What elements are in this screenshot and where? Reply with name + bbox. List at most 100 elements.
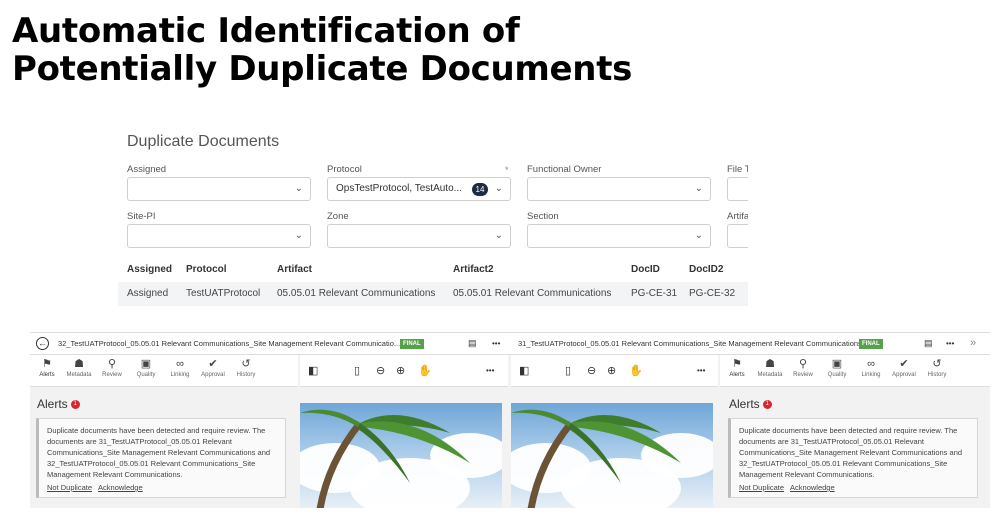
assigned-select[interactable]: ⌄ [127,177,311,201]
functional-owner-select[interactable]: ⌄ [527,177,711,201]
palm-tree-illustration [300,409,470,508]
tab-review[interactable]: ⚲ Review [786,357,820,378]
page-icon[interactable]: ▯ [354,364,360,377]
not-duplicate-link[interactable]: Not Duplicate [47,483,92,492]
left-document-image [300,403,502,508]
right-doc-toolbar: ◧ ▯ ⊖ ⊕ ✋ ••• [511,355,718,387]
not-duplicate-link[interactable]: Not Duplicate [739,483,784,492]
table-header: Assigned Protocol Artifact Artifact2 Doc… [118,258,748,282]
left-alerts-pane: Alerts 1 Duplicate documents have been de… [30,387,298,508]
left-doc-title: 32_TestUATProtocol_05.05.01 Relevant Com… [58,339,401,348]
history-icon: ↺ [241,358,251,370]
zoom-in-icon[interactable]: ⊕ [607,364,616,377]
col-docid[interactable]: DocID [631,264,660,275]
zone-select[interactable]: ⌄ [327,224,511,248]
zone-filter: Zone ⌄ [327,210,511,248]
acknowledge-link[interactable]: Acknowledge [98,483,143,492]
alerts-title-text: Alerts [37,397,68,411]
protocol-value: OpsTestProtocol, TestAuto... [336,183,462,194]
table-row[interactable]: Assigned TestUATProtocol 05.05.01 Releva… [118,282,748,306]
more-options-icon[interactable]: ••• [492,339,500,348]
tab-linking[interactable]: ∞ Linking [854,357,888,378]
tab-metadata[interactable]: ☗ Metadata [753,357,787,378]
flag-icon: ⚑ [732,358,742,370]
right-document-image [511,403,713,508]
file-type-filter: File T [727,163,748,201]
duplicate-alert-card: Duplicate documents have been detected a… [36,418,286,498]
section-label: Section [527,211,559,222]
alerts-count-badge: 1 [762,400,772,410]
acknowledge-link[interactable]: Acknowledge [790,483,835,492]
col-docid2[interactable]: DocID2 [689,264,723,275]
chevron-down-icon: ⌄ [694,183,703,194]
assigned-label: Assigned [127,164,167,175]
tab-review[interactable]: ⚲ Review [95,357,129,378]
tab-linking[interactable]: ∞ Linking [163,357,197,378]
alerts-count-badge: 1 [70,400,80,410]
tab-approval[interactable]: ✔ Approval [887,357,921,378]
hat-icon: ☗ [74,358,84,370]
expand-icon[interactable]: » [970,337,976,349]
duplicates-table: Assigned Protocol Artifact Artifact2 Doc… [118,258,748,306]
search-icon: ⚲ [798,358,808,370]
sidebar-toggle-icon[interactable]: ◧ [308,364,318,377]
assigned-filter: Assigned ⌄ [127,163,311,201]
protocol-select[interactable]: OpsTestProtocol, TestAuto... 14 ⌄ [327,177,511,201]
section-filter: Section ⌄ [527,210,711,248]
sidebar-toggle-icon[interactable]: ◧ [519,364,529,377]
duplicate-alert-card: Duplicate documents have been detected a… [728,418,978,498]
col-artifact2[interactable]: Artifact2 [453,264,494,275]
chevron-down-icon: ⌄ [694,230,703,241]
site-pi-select[interactable]: ⌄ [127,224,311,248]
page-icon[interactable]: ▯ [565,364,571,377]
pan-hand-icon[interactable]: ✋ [418,364,432,377]
tab-history[interactable]: ↺ History [920,357,954,378]
file-type-label: File T [727,164,748,175]
document-viewer: ← 32_TestUATProtocol_05.05.01 Relevant C… [30,332,990,508]
pan-hand-icon[interactable]: ✋ [629,364,643,377]
section-select[interactable]: ⌄ [527,224,711,248]
alert-message: Duplicate documents have been detected a… [47,426,271,479]
clipboard-icon[interactable]: ▤ [468,338,477,349]
right-sidebar-tabs: ⚑ Alerts ☗ Metadata ⚲ Review ▣ Quality ∞ Link… [720,355,990,387]
protocol-filter: Protocol OpsTestProtocol, TestAuto... 14… [327,163,511,201]
more-options-icon[interactable]: ••• [946,339,954,348]
file-type-select[interactable] [727,177,748,201]
tab-approval[interactable]: ✔ Approval [196,357,230,378]
chevron-down-icon: ⌄ [294,183,303,194]
tab-quality[interactable]: ▣ Quality [820,357,854,378]
tab-history[interactable]: ↺ History [229,357,263,378]
col-protocol[interactable]: Protocol [186,264,227,275]
quality-doc-icon: ▣ [831,358,843,370]
tab-quality[interactable]: ▣ Quality [129,357,163,378]
chevron-down-icon: ⌄ [494,183,503,194]
link-icon: ∞ [867,358,875,370]
hat-icon: ☗ [765,358,775,370]
cell-docid2: PG-CE-32 [689,288,736,299]
zoom-out-icon[interactable]: ⊖ [587,364,596,377]
more-options-icon[interactable]: ••• [486,366,494,375]
palm-tree-illustration [511,409,681,508]
col-artifact[interactable]: Artifact [277,264,312,275]
cell-artifact2: 05.05.01 Relevant Communications [453,288,612,299]
required-mark: * [505,165,509,175]
col-assigned[interactable]: Assigned [127,264,172,275]
link-icon: ∞ [176,358,184,370]
zoom-in-icon[interactable]: ⊕ [396,364,405,377]
duplicate-documents-panel: Duplicate Documents Assigned ⌄ Protocol … [118,128,748,306]
tab-alerts[interactable]: ⚑ Alerts [30,357,64,378]
zoom-out-icon[interactable]: ⊖ [376,364,385,377]
cell-assigned: Assigned [127,288,169,299]
back-arrow-icon[interactable]: ← [36,337,49,350]
clipboard-icon[interactable]: ▤ [924,338,933,349]
more-options-icon[interactable]: ••• [697,366,705,375]
chevron-down-icon: ⌄ [494,230,503,241]
tab-alerts[interactable]: ⚑ Alerts [720,357,754,378]
artifact-select[interactable] [727,224,748,248]
right-alerts-pane: Alerts 1 Duplicate documents have been de… [720,387,990,508]
left-sidebar-tabs: ⚑ Alerts ☗ Metadata ⚲ Review ▣ Quality ∞ Link… [30,355,298,387]
tab-metadata[interactable]: ☗ Metadata [62,357,96,378]
history-icon: ↺ [932,358,942,370]
artifact-label: Artifa [727,211,748,222]
alerts-title-text: Alerts [729,397,760,411]
